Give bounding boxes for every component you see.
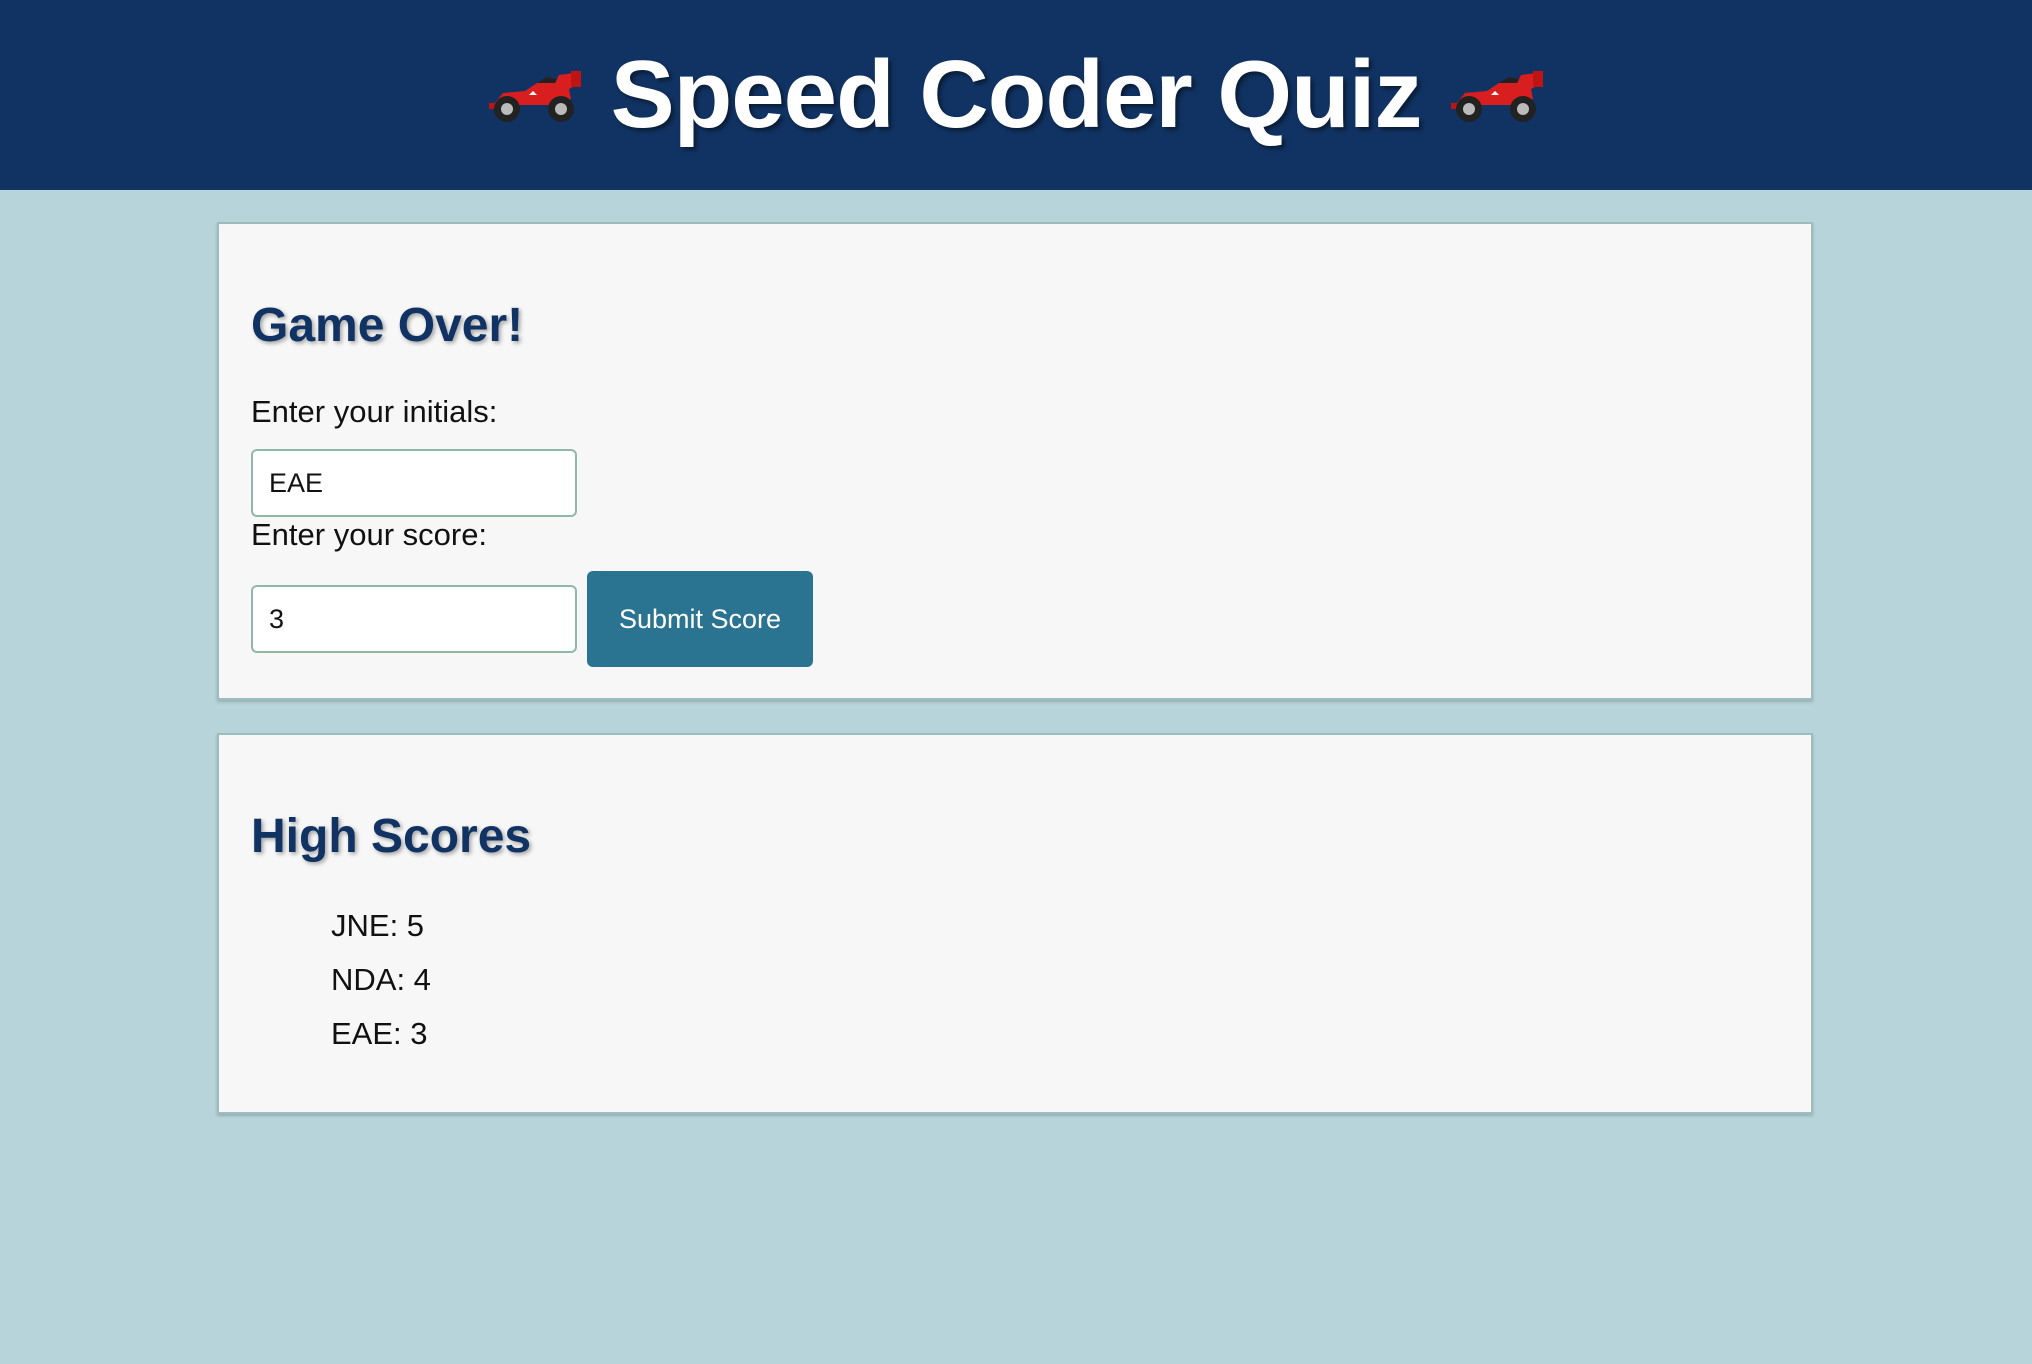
game-over-card: Game Over! Enter your initials: Enter yo… <box>217 222 1813 700</box>
page-header: Speed Coder Quiz <box>0 0 2032 190</box>
score-input[interactable] <box>251 585 577 653</box>
page-title-row: Speed Coder Quiz <box>485 40 1548 150</box>
list-item: JNE: 5 <box>331 908 425 943</box>
page-title: Speed Coder Quiz <box>610 41 1423 148</box>
initials-input[interactable] <box>251 449 577 517</box>
race-car-icon <box>488 71 581 122</box>
initials-label: Enter your initials: <box>251 394 498 429</box>
high-scores-card: High Scores JNE: 5 NDA: 4 EAE: 3 <box>217 733 1813 1114</box>
game-over-heading: Game Over! <box>251 299 524 352</box>
high-scores-heading: High Scores <box>251 810 532 863</box>
score-label: Enter your score: <box>251 517 488 552</box>
race-car-icon <box>1451 71 1544 122</box>
high-scores-list: JNE: 5 NDA: 4 EAE: 3 <box>331 899 431 1061</box>
submit-score-button[interactable]: Submit Score <box>587 571 813 667</box>
list-item: NDA: 4 <box>331 962 431 997</box>
list-item: EAE: 3 <box>331 1016 428 1051</box>
